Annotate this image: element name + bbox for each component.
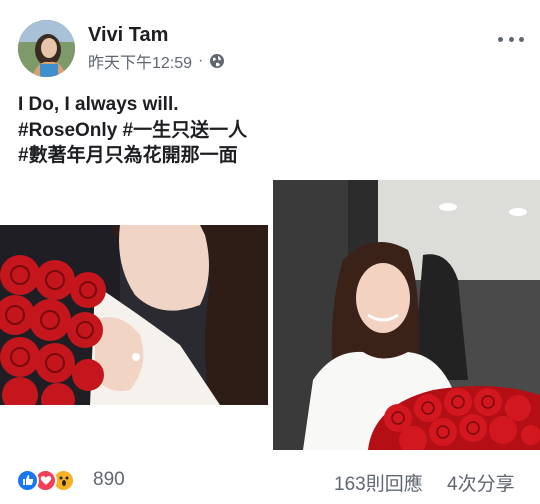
reaction-count[interactable]: 890 [93, 469, 125, 491]
post-message: I Do, I always will. #RoseOnly #一生只送一人 #… [18, 92, 518, 169]
author-avatar[interactable] [18, 20, 75, 77]
post-hashtag-line[interactable]: #RoseOnly #一生只送一人 [18, 118, 518, 144]
share-count[interactable]: 4次分享 [447, 469, 515, 496]
reaction-icons[interactable] [16, 468, 75, 492]
meta-separator: · [198, 52, 204, 69]
post-text-line: I Do, I always will. [18, 94, 179, 115]
post-meta: 昨天下午12:59 · [88, 49, 225, 73]
author-name[interactable]: Vivi Tam [88, 24, 168, 47]
post-hashtag-line[interactable]: #數著年月只為花開那一面 [18, 143, 518, 169]
post-header: Vivi Tam 昨天下午12:59 · [0, 0, 540, 86]
like-icon [16, 468, 39, 492]
avatar-image [18, 20, 75, 77]
comment-count[interactable]: 163則回應 [334, 469, 423, 496]
photo-woman-holding-rose-bouquet[interactable] [273, 180, 540, 450]
more-options-icon[interactable] [498, 32, 524, 46]
photo-woman-smelling-roses[interactable] [0, 225, 268, 405]
globe-icon[interactable] [209, 53, 225, 69]
post-timestamp[interactable]: 昨天下午12:59 [88, 49, 192, 73]
